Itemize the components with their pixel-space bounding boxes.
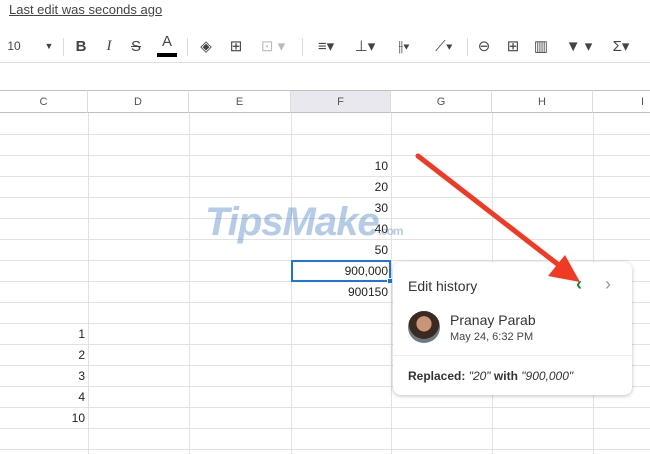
red-arrow-annotation: [415, 153, 580, 282]
